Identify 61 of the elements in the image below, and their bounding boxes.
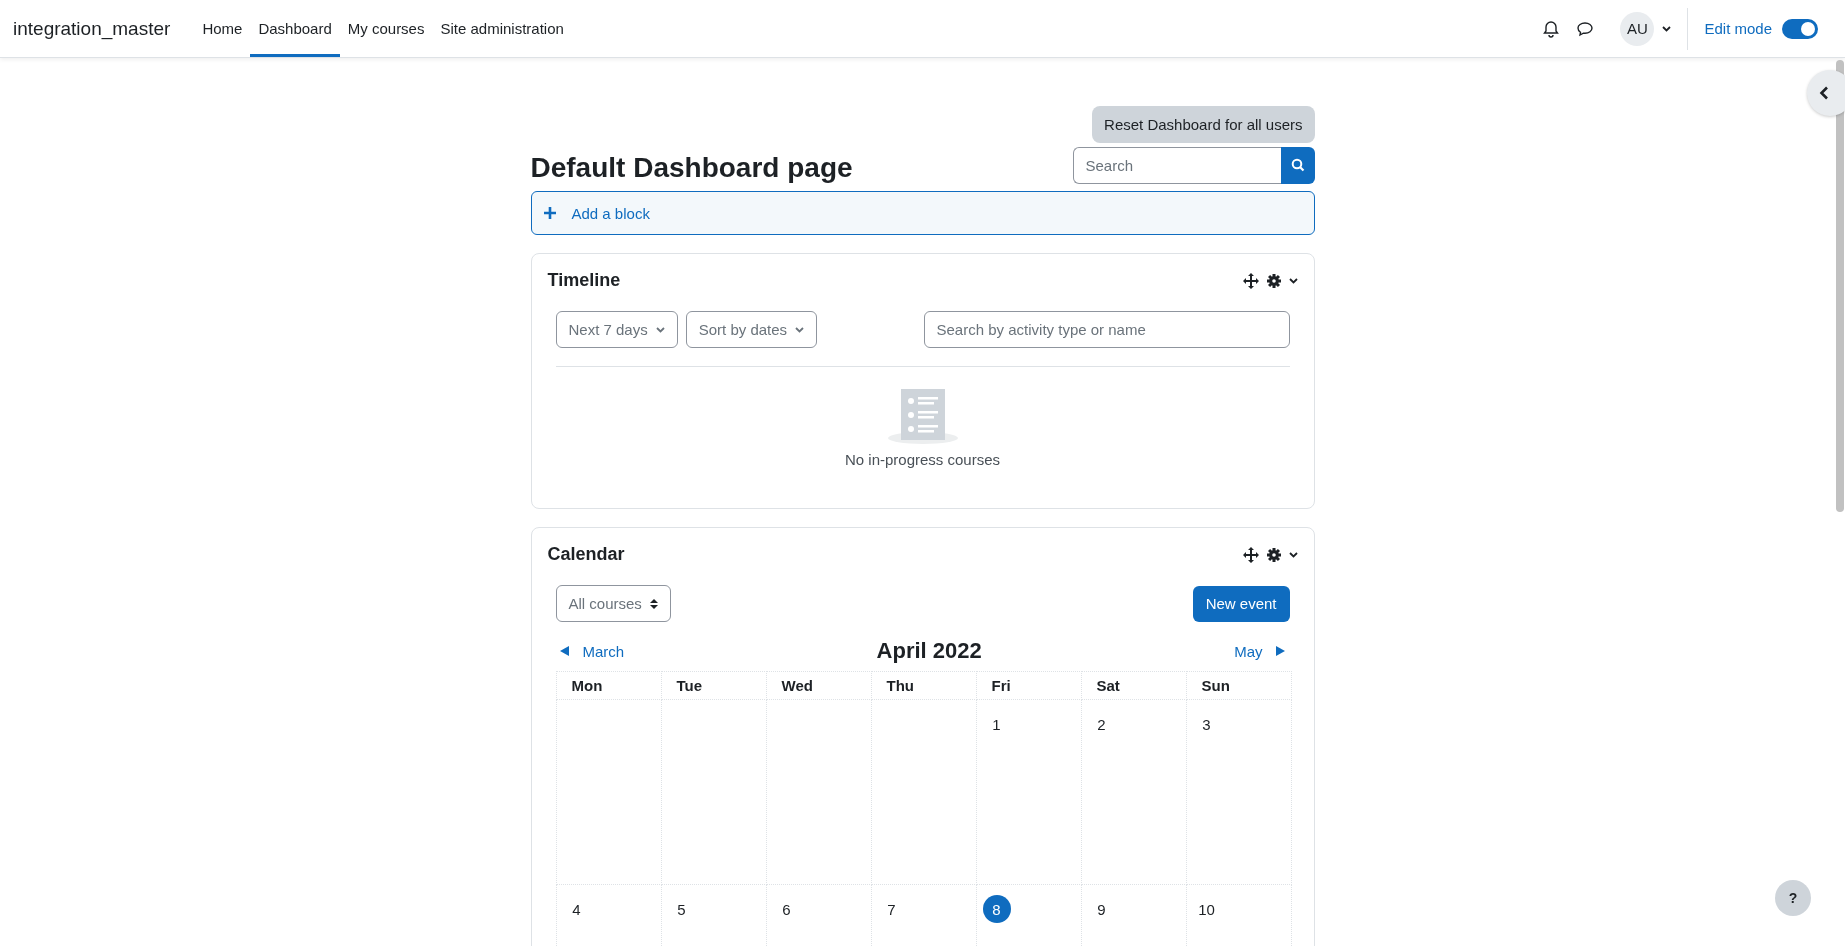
chevron-down-icon — [795, 326, 805, 333]
weekday-header: Tue — [661, 671, 766, 700]
calendar-day[interactable]: 3 — [1192, 710, 1221, 738]
calendar-day[interactable]: 10 — [1192, 895, 1221, 923]
empty-message: No in-progress courses — [844, 451, 1001, 468]
previous-month-link[interactable]: March — [555, 642, 629, 660]
sort-dropdown[interactable]: Sort by dates — [685, 311, 818, 348]
calendar-day[interactable]: 6 — [772, 895, 801, 923]
nav-link[interactable]: My courses — [339, 0, 433, 57]
notification-bell-icon[interactable] — [1541, 18, 1562, 39]
settings-chevron-icon — [1288, 551, 1298, 558]
settings-gear-icon[interactable] — [1266, 273, 1281, 288]
chevron-down-icon — [655, 326, 665, 333]
search-field[interactable]: Search — [1072, 146, 1281, 184]
month-title: April 2022 — [876, 638, 982, 664]
page-title: Default Dashboard page — [530, 152, 853, 184]
new-event-button[interactable]: New event — [1192, 585, 1290, 622]
weekday-header: Wed — [766, 671, 871, 700]
empty-list-icon — [887, 387, 958, 445]
weekday-header: Fri — [976, 671, 1081, 700]
move-arrows-icon[interactable] — [1242, 272, 1259, 289]
add-block-button[interactable]: Add a block — [530, 191, 1315, 235]
weekday-header: Mon — [556, 671, 661, 700]
weekday-header: Thu — [871, 671, 976, 700]
left-triangle-icon — [559, 646, 569, 656]
weekday-header: Sun — [1186, 671, 1291, 700]
edit-mode-label: Edit mode — [1704, 20, 1772, 37]
reset-dashboard-button[interactable]: Reset Dashboard for all users — [1092, 106, 1315, 143]
activity-search-field[interactable]: Search by activity type or name — [923, 311, 1290, 348]
edit-mode-toggle[interactable] — [1782, 18, 1818, 39]
settings-chevron-icon — [1288, 277, 1298, 284]
day-filter-dropdown[interactable]: Next 7 days — [555, 311, 678, 348]
weekday-header: Sat — [1081, 671, 1186, 700]
course-filter-select[interactable]: All courses — [555, 585, 671, 622]
chevron-left-icon — [1819, 86, 1829, 100]
calendar-day[interactable]: 1 — [982, 710, 1011, 738]
search-icon — [1290, 158, 1305, 172]
calendar-day[interactable]: 9 — [1087, 895, 1116, 923]
next-month-link[interactable]: May — [1230, 642, 1290, 660]
drawer-toggle-button[interactable] — [1807, 70, 1845, 116]
block-title: Timeline — [547, 270, 621, 291]
nav-link[interactable]: Site administration — [432, 0, 572, 57]
plus-icon — [543, 207, 556, 219]
help-button[interactable]: ? — [1775, 880, 1811, 916]
sort-arrows-icon — [649, 597, 658, 610]
calendar-day[interactable]: 8 — [982, 895, 1011, 923]
calendar-day[interactable]: 5 — [667, 895, 696, 923]
calendar-day[interactable]: 7 — [877, 895, 906, 923]
user-avatar[interactable]: AU — [1620, 11, 1655, 46]
search-button[interactable] — [1280, 146, 1315, 184]
settings-gear-icon[interactable] — [1266, 547, 1281, 562]
site-name[interactable]: integration_master — [13, 17, 171, 40]
calendar-day[interactable]: 4 — [562, 895, 591, 923]
nav-link[interactable]: Dashboard — [250, 0, 340, 57]
nav-link[interactable]: Home — [194, 0, 251, 57]
block-title: Calendar — [547, 544, 625, 565]
calendar-day[interactable]: 2 — [1087, 710, 1116, 738]
scrollbar[interactable] — [1836, 60, 1844, 512]
right-triangle-icon — [1276, 646, 1286, 656]
user-menu-chevron-icon — [1662, 25, 1672, 32]
move-arrows-icon[interactable] — [1242, 546, 1259, 563]
